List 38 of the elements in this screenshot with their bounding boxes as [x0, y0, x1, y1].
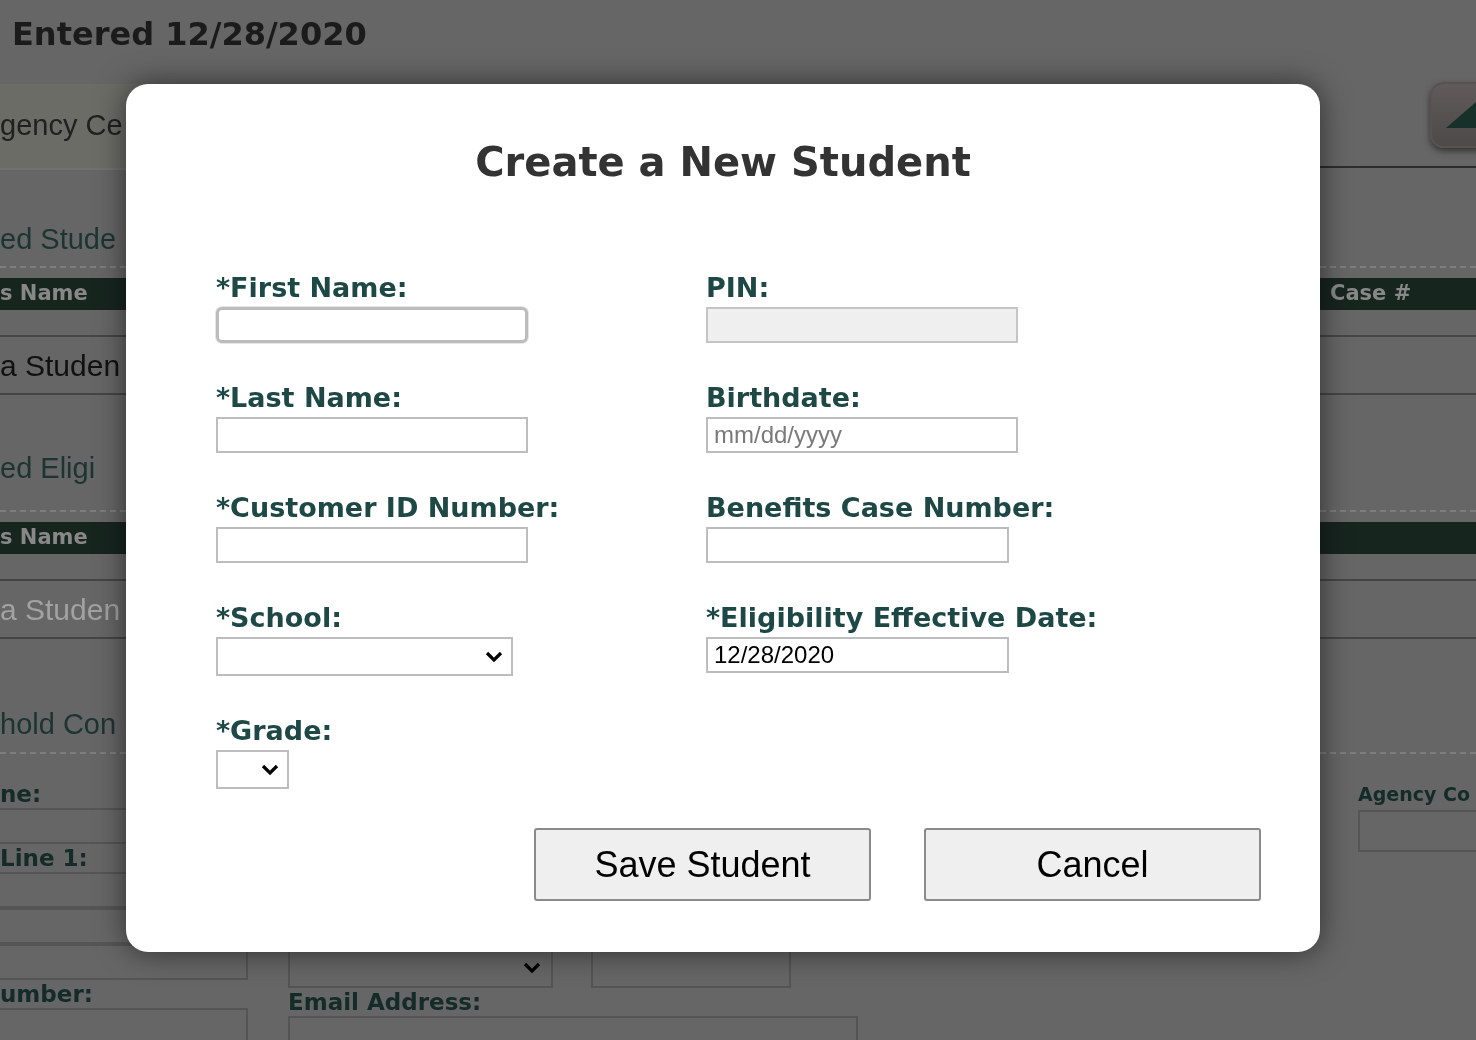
field-label: Birthdate: — [706, 381, 862, 415]
field-label: PIN: — [706, 271, 771, 305]
field-label: *Grade: — [216, 714, 334, 748]
input-field[interactable] — [216, 307, 528, 343]
collapse-button[interactable] — [1430, 82, 1476, 148]
field-label: Email Address: — [288, 988, 483, 1016]
input-field[interactable]: 12/28/2020 — [706, 637, 1009, 673]
page-heading: Entered 12/28/2020 — [11, 14, 368, 55]
chevron-down-icon — [261, 763, 279, 776]
field-label: ne: — [0, 780, 43, 808]
field-label: Benefits Case Number: — [706, 491, 1056, 525]
section-title: ed Stude — [0, 223, 117, 255]
dropdown-field[interactable] — [216, 637, 513, 676]
dialog-title: Create a New Student — [474, 138, 972, 187]
input-field[interactable]: mm/dd/yyyy — [706, 417, 1018, 453]
input-field[interactable] — [706, 527, 1009, 563]
input-field[interactable] — [216, 417, 528, 453]
section-title: hold Con — [0, 708, 117, 740]
field-label: *Customer ID Number: — [216, 491, 561, 525]
field-label: *School: — [216, 601, 343, 635]
cancel-button[interactable]: Cancel — [924, 828, 1261, 901]
table-cell-text: a Studen — [0, 591, 121, 628]
field-label: *Last Name: — [216, 381, 403, 415]
section-title: ed Eligi — [0, 452, 96, 484]
table-cell-text: a Studen — [0, 347, 121, 384]
input-field[interactable] — [216, 527, 528, 563]
field-label: *Eligibility Effective Date: — [706, 601, 1099, 635]
field-label: umber: — [0, 980, 94, 1008]
column-header: s Name — [0, 280, 88, 308]
chevron-down-icon — [523, 962, 541, 974]
field-label: Agency Co — [1358, 782, 1471, 807]
save-button[interactable]: Save Student — [534, 828, 871, 901]
field-label: Line 1: — [0, 844, 89, 872]
column-header: s Name — [0, 524, 88, 552]
chevron-down-icon — [485, 650, 503, 663]
field-label: *First Name: — [216, 271, 409, 305]
column-header: Case # — [1330, 280, 1412, 308]
dropdown-field[interactable] — [216, 750, 289, 789]
